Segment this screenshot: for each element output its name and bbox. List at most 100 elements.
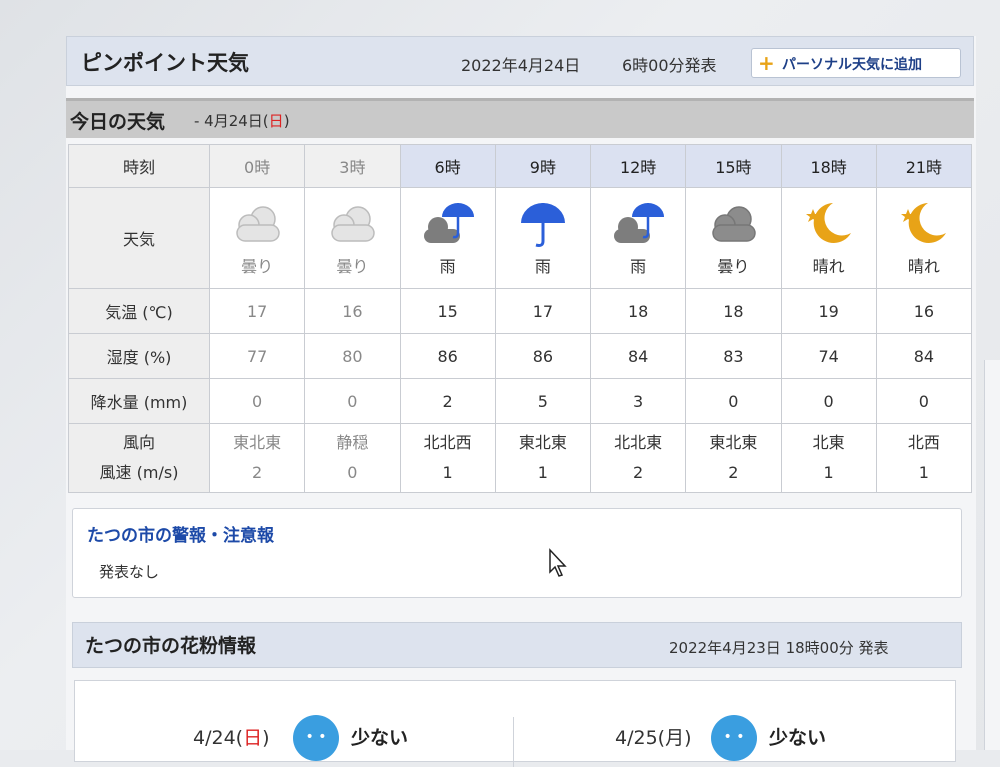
weather-cell: 雨: [494, 187, 592, 289]
precip-cell: 3: [589, 378, 687, 424]
pollen-divider: [513, 717, 514, 767]
wind-direction: 静穏: [336, 433, 369, 452]
pollen-level-1: 少ない: [351, 727, 409, 749]
wind-direction: 北北西: [423, 433, 472, 452]
precip-cell: 0: [685, 378, 782, 424]
humidity-cell: 83: [685, 333, 782, 379]
time-cell: 12時: [589, 144, 687, 188]
add-button-label: パーソナル天気に追加: [782, 57, 922, 73]
cloud-icon: [331, 206, 376, 242]
today-weekday: 日: [268, 112, 284, 130]
precip-cell: 0: [780, 378, 877, 424]
pollen-face-icon: • •: [711, 715, 757, 761]
pollen-day-1: 4/24(日): [193, 723, 270, 750]
pollen-day-2-suffix: ): [684, 727, 692, 749]
wind-direction: 北東: [812, 433, 845, 452]
warning-text: 発表なし: [99, 563, 160, 581]
precip-row: 降水量 (mm) 00253000: [68, 378, 973, 424]
weather-label: 雨: [439, 257, 456, 276]
humidity-cell: 86: [494, 333, 592, 379]
weather-label: 晴れ: [907, 257, 940, 276]
row-label-wind-dir: 風向: [122, 433, 155, 452]
today-header: 今日の天気 - 4月24日(日): [66, 98, 974, 138]
wind-row: 風向 風速 (m/s) 東北東 2 静穏 0 北北西 1 東北東 1 北北東 2 東北東 2 北東 1 北西 1: [68, 423, 973, 493]
precip-cell: 0: [208, 378, 306, 424]
today-title: 今日の天気: [70, 111, 166, 133]
pollen-header: たつの市の花粉情報 2022年4月23日 18時00分 発表: [72, 622, 962, 668]
wind-speed: 1: [537, 463, 548, 482]
time-cell: 15時: [685, 144, 782, 188]
side-panel-edge: [984, 360, 1000, 750]
moon-star-icon: [900, 203, 946, 243]
humidity-cell: 84: [875, 333, 973, 379]
weather-cell: 雨: [399, 187, 496, 289]
pollen-day-2-prefix: 4/25(: [615, 727, 666, 749]
weather-label: 曇り: [717, 257, 750, 276]
today-date-prefix: - 4月24日(: [194, 112, 269, 130]
pollen-level-2: 少ない: [769, 727, 827, 749]
wind-speed: 1: [442, 463, 453, 482]
precip-cell: 2: [399, 378, 496, 424]
temperature-row: 気温 (℃) 17 16 15 17 18 18 19 16: [68, 288, 973, 334]
wind-cell: 東北東 2: [685, 423, 782, 493]
temperature-cell: 16: [875, 288, 973, 334]
weather-cell: 曇り: [685, 187, 782, 289]
cloud-icon: [236, 206, 280, 242]
pollen-title: たつの市の花粉情報: [85, 635, 257, 657]
umbrella-icon: [520, 203, 565, 247]
humidity-row: 湿度 (%) 77 80 86 86 84 83 74 84: [68, 333, 973, 379]
wind-speed: 2: [728, 463, 739, 482]
wind-direction: 東北東: [709, 433, 758, 452]
humidity-cell: 86: [399, 333, 496, 379]
warning-title[interactable]: たつの市の警報・注意報: [87, 521, 274, 546]
row-label-weather: 天気: [68, 187, 210, 289]
publish-time: 6時00分発表: [622, 56, 717, 75]
wind-cell: 北東 1: [780, 423, 877, 493]
add-personal-weather-button[interactable]: + パーソナル天気に追加: [751, 48, 961, 78]
wind-direction: 北西: [907, 433, 940, 452]
mouse-cursor-icon: [549, 548, 567, 577]
pollen-day-1-prefix: 4/24(: [193, 727, 244, 749]
time-cell: 0時: [208, 144, 306, 188]
cloud-icon: [712, 206, 757, 242]
weather-cell: 曇り: [208, 187, 306, 289]
row-label-precip: 降水量 (mm): [68, 378, 210, 424]
weather-table: 時刻 0時 3時 6時 9時 12時 15時 18時 21時 天気 曇り 曇り 雨 雨 雨 曇り 晴れ 晴れ…: [68, 144, 973, 493]
weather-row: 天気 曇り 曇り 雨 雨 雨 曇り 晴れ 晴れ: [68, 187, 973, 289]
wind-speed: 2: [252, 463, 263, 482]
precip-cell: 0: [875, 378, 973, 424]
moon-star-icon: [805, 203, 851, 243]
weather-label: 曇り: [241, 257, 274, 276]
time-cell: 6時: [399, 144, 496, 188]
precip-cell: 0: [304, 378, 401, 424]
publish-date: 2022年4月24日: [461, 56, 581, 75]
humidity-cell: 74: [780, 333, 877, 379]
temperature-cell: 15: [399, 288, 496, 334]
temperature-cell: 16: [304, 288, 401, 334]
pollen-published: 2022年4月23日 18時00分 発表: [669, 639, 889, 657]
humidity-cell: 77: [208, 333, 306, 379]
page-title: ピンポイント天気: [81, 51, 249, 75]
temperature-cell: 17: [494, 288, 592, 334]
warning-box: たつの市の警報・注意報 発表なし: [72, 508, 962, 598]
time-cell: 18時: [780, 144, 877, 188]
weather-cell: 晴れ: [875, 187, 973, 289]
wind-direction: 東北東: [518, 433, 567, 452]
weather-cell: 曇り: [304, 187, 401, 289]
time-row: 時刻 0時 3時 6時 9時 12時 15時 18時 21時: [68, 144, 973, 188]
wind-cell: 東北東 1: [494, 423, 592, 493]
row-label-wind: 風向風速 (m/s): [68, 423, 210, 493]
weather-cell: 雨: [589, 187, 687, 289]
temperature-cell: 19: [780, 288, 877, 334]
time-cell: 3時: [304, 144, 401, 188]
pollen-face-icon: • •: [293, 715, 339, 761]
time-cell: 21時: [875, 144, 973, 188]
humidity-cell: 84: [589, 333, 687, 379]
pollen-day-2: 4/25(月): [615, 723, 692, 750]
row-label-wind-speed: 風速 (m/s): [99, 463, 179, 482]
row-label-humidity: 湿度 (%): [68, 333, 210, 379]
wind-speed: 1: [823, 463, 834, 482]
weather-cell: 晴れ: [780, 187, 877, 289]
cloud-umbrella-icon: [614, 203, 665, 243]
wind-cell: 北西 1: [875, 423, 973, 493]
